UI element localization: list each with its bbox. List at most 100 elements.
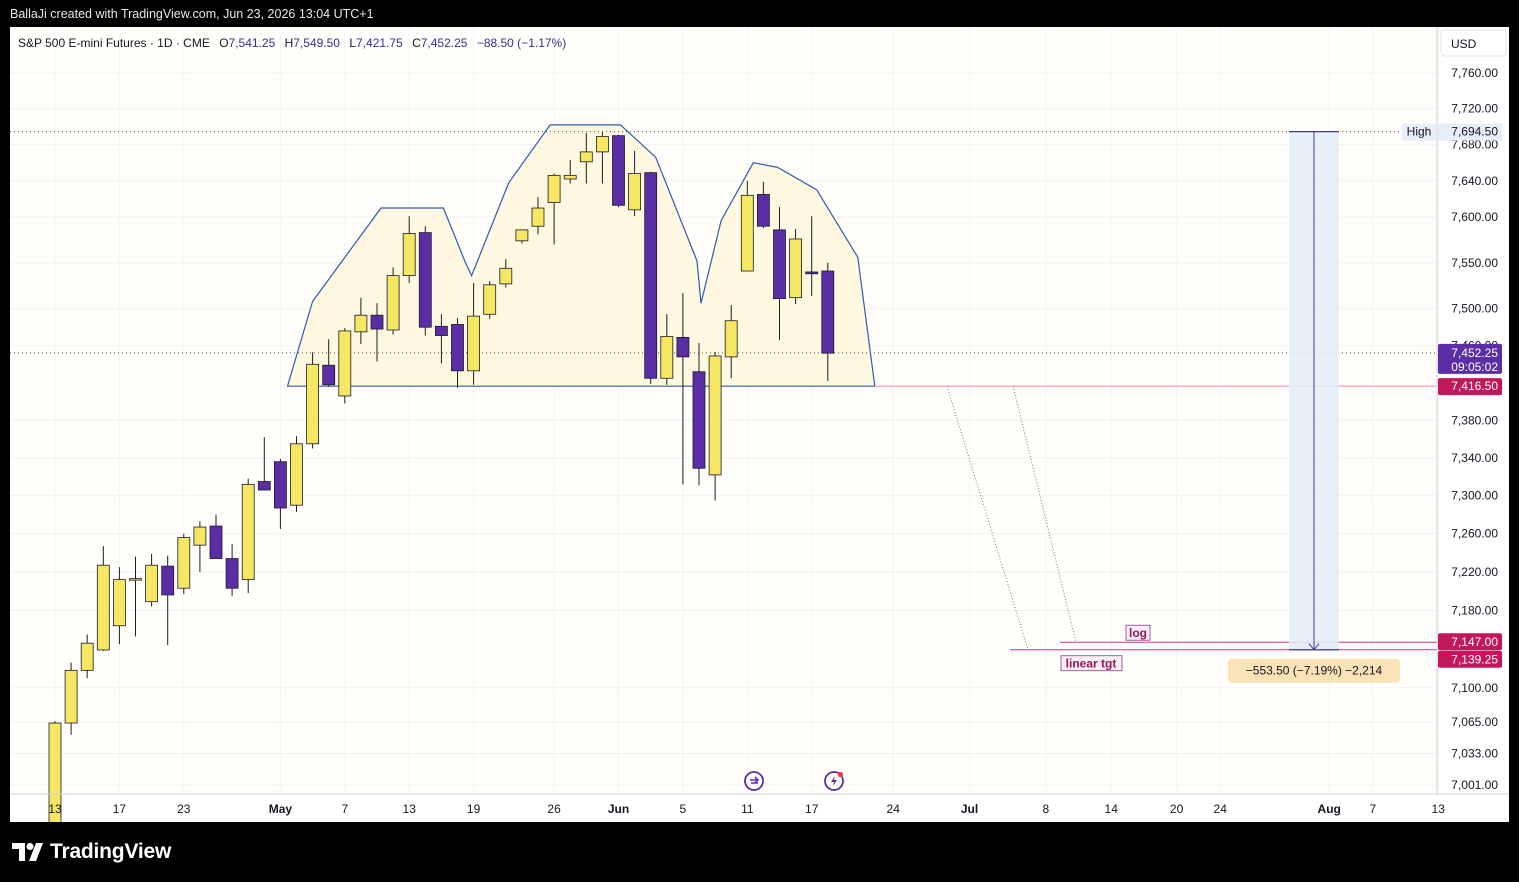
candle-body [676,336,690,358]
time-tick-label: 7 [1369,802,1376,816]
chart-credit: BallaJi created with TradingView.com, Ju… [10,7,374,21]
price-tick-label: 7,260.00 [1451,527,1498,541]
candle-body [113,579,126,627]
candle-body [515,229,529,242]
candle-body [241,483,255,581]
time-tick-label: 17 [113,802,127,816]
tradingview-logo[interactable]: TradingView [12,839,171,865]
time-tick-label: 24 [1214,802,1228,816]
candle-body [354,314,368,333]
price-tick-label: 7,500.00 [1451,302,1498,316]
tradingview-logo-text: TradingView [50,840,172,863]
legend-line: S&P 500 E-mini Futures · 1D · CME O7,541… [18,36,566,50]
time-tick-label: Aug [1318,802,1341,816]
candle-body [96,564,110,651]
time-tick-label: 20 [1170,802,1184,816]
candle-body [612,135,625,206]
candle-body [193,526,207,546]
price-tick-label: 7,033.00 [1451,746,1498,760]
linear-target-price: 7,139.25 [1451,653,1498,667]
candle-body [290,443,303,506]
legend-low: 7,421.75 [356,36,403,50]
price-tick-label: 7,640.00 [1451,174,1498,188]
time-tick-label: 8 [1042,802,1049,816]
candle-body [579,151,593,163]
price-tick-label: 7,180.00 [1451,603,1498,617]
candle-body [724,320,738,358]
candle-body [773,229,786,300]
high-price: 7,694.50 [1451,125,1498,139]
candle-body [322,364,336,386]
candle-body [483,284,497,315]
candle-body [386,275,400,331]
candle-body [257,481,271,491]
candle-body [306,363,320,445]
legend-open-label: O [219,36,228,50]
candle-body [757,193,770,227]
plot-area[interactable] [10,27,1437,794]
candle-body [563,174,577,180]
price-tick-label: 7,001.00 [1451,778,1498,792]
current-price: 7,452.25 [1451,346,1498,360]
candle-body [644,172,658,379]
candle [241,478,255,594]
price-tick-label: 7,550.00 [1451,256,1498,270]
legend-open: 7,541.25 [229,36,276,50]
time-tick-label: 13 [48,802,62,816]
currency-label: USD [1451,37,1477,51]
high-text: High [1407,125,1432,139]
log-target-price: 7,147.00 [1451,635,1498,649]
price-tick-label: 7,100.00 [1451,681,1498,695]
legend-symbol: S&P 500 E-mini Futures · 1D · CME [18,36,210,50]
candle [338,328,352,404]
price-tick-label: 7,720.00 [1451,102,1498,116]
chart-frame[interactable]: −553.50 (−7.19%) −2,214 log linear tgt S&… [10,27,1509,822]
time-tick-label: 24 [887,802,901,816]
price-tick-label: 7,300.00 [1451,489,1498,503]
neckline-price: 7,416.50 [1451,379,1498,393]
time-tick-label: 5 [680,802,687,816]
linear-target-label: linear tgt [1066,657,1117,671]
time-tick-label: 19 [467,802,481,816]
tradingview-logo-icon [12,843,44,861]
candle-body [161,565,175,596]
time-tick-label: 7 [341,802,348,816]
time-tick-label: Jul [961,802,978,816]
candle-body [225,558,239,589]
candle-body [805,271,819,275]
price-tick-label: 7,220.00 [1451,565,1498,579]
candle [789,228,802,305]
candle-body [740,194,754,272]
candle-body [80,642,94,671]
candle [290,436,303,512]
price-tick-label: 7,600.00 [1451,210,1498,224]
candle-body [692,371,706,469]
candle [418,226,432,336]
candle-body [628,173,641,211]
candle-body [547,174,561,203]
candle-body [708,355,722,476]
countdown: 09:05:02 [1451,360,1498,374]
candlestick-chart[interactable]: −553.50 (−7.19%) −2,214 log linear tgt S&… [10,27,1509,822]
candle-body [338,330,352,397]
candle-body [499,267,513,285]
legend-high-label: H [285,36,294,50]
legend-close: 7,452.25 [421,36,468,50]
price-tick-label: 7,340.00 [1451,451,1498,465]
price-tick-label: 7,760.00 [1451,66,1498,80]
legend-high: 7,549.50 [293,36,340,50]
candle-body [402,233,416,277]
candle-body [821,270,835,354]
candle-body [64,669,78,724]
candle-body [434,325,448,336]
measure-label: −553.50 (−7.19%) −2,214 [1246,664,1383,678]
candle [612,134,625,208]
candle-body [129,578,142,581]
candle-body [789,238,802,299]
time-tick-label: Jun [608,802,629,816]
time-tick-label: 13 [403,802,417,816]
candle [644,171,658,384]
time-tick-label: 11 [741,802,754,816]
candle-body [531,207,545,227]
price-tick-label: 7,065.00 [1451,715,1498,729]
